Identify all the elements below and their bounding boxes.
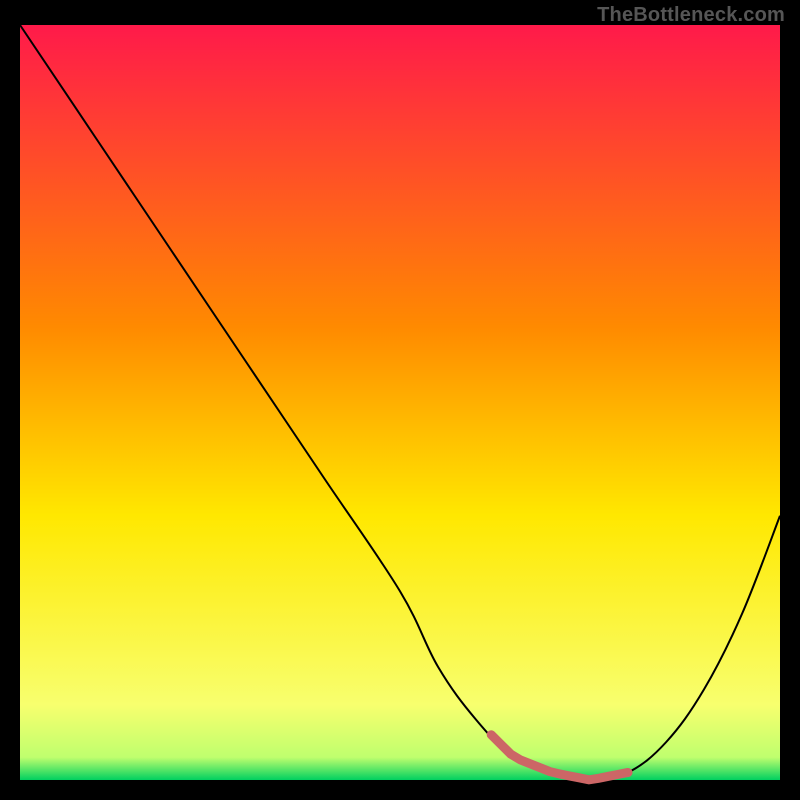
chart-container: TheBottleneck.com xyxy=(0,0,800,800)
bottleneck-chart xyxy=(0,0,800,800)
chart-background xyxy=(20,25,780,780)
watermark-text: TheBottleneck.com xyxy=(597,4,785,27)
